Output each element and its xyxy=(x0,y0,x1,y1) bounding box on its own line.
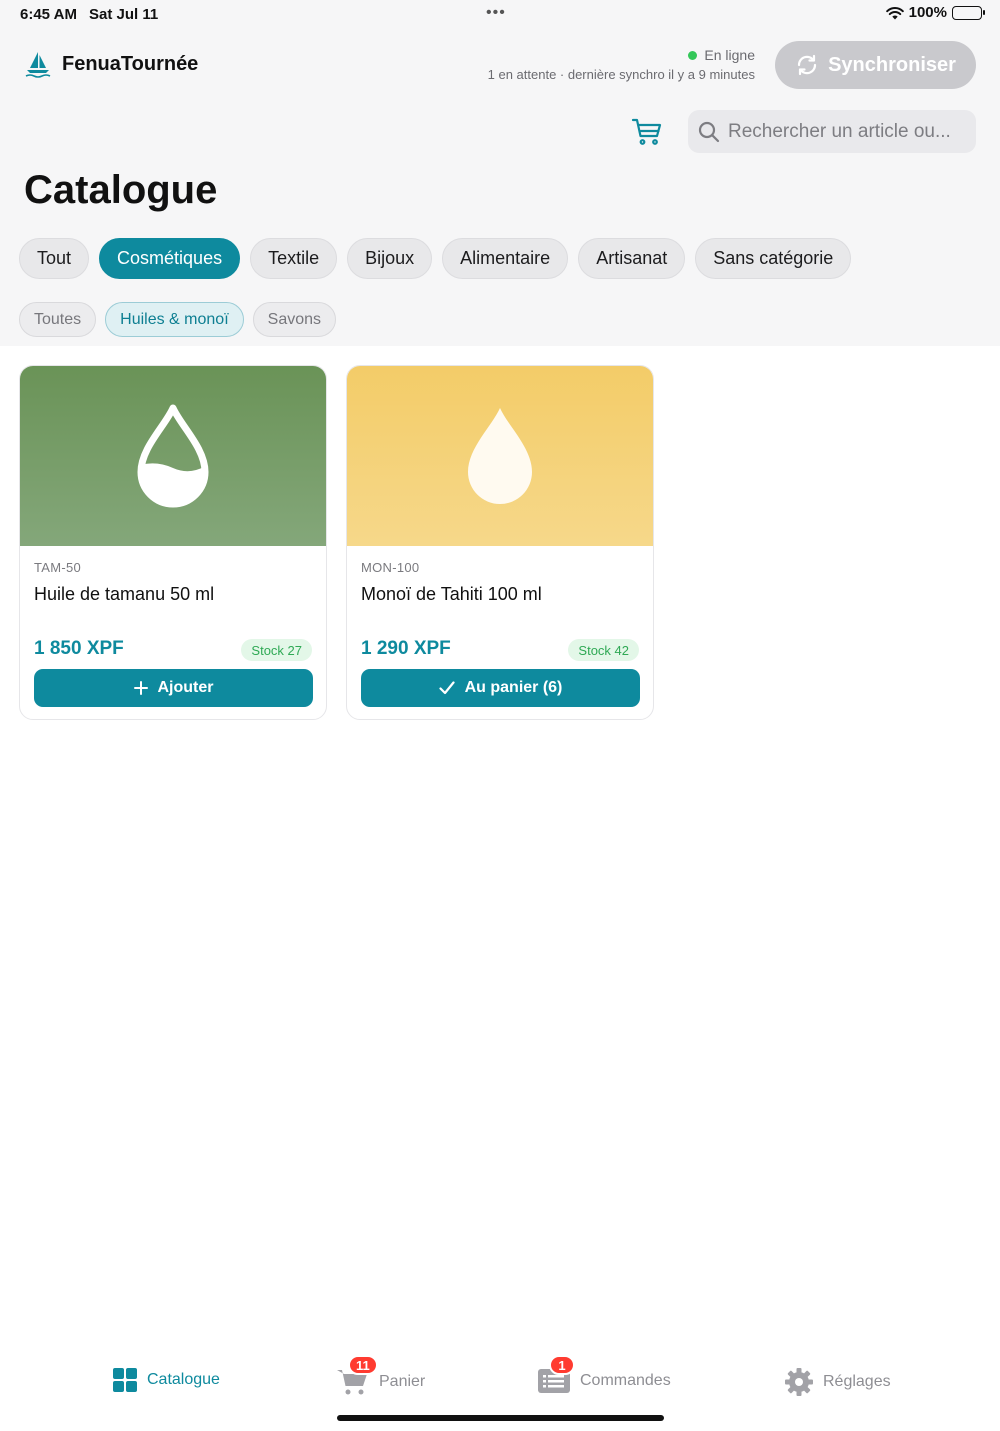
subcategory-chips: Toutes Huiles & monoï Savons xyxy=(19,302,337,337)
connection-label: En ligne xyxy=(704,47,755,63)
product-sku: TAM-50 xyxy=(34,560,82,575)
product-price: 1 850 XPF xyxy=(34,638,124,659)
search-input[interactable]: Rechercher un article ou... xyxy=(728,121,951,143)
tab-catalogue[interactable]: Catalogue xyxy=(112,1367,220,1393)
product-image xyxy=(347,366,653,546)
product-price: 1 290 XPF xyxy=(361,638,451,659)
cart-badge: 11 xyxy=(348,1355,378,1375)
category-chips: Tout Cosmétiques Textile Bijoux Alimenta… xyxy=(19,238,852,279)
status-time: 6:45 AM xyxy=(20,6,77,23)
home-indicator[interactable] xyxy=(337,1415,664,1421)
sailboat-icon xyxy=(25,52,51,78)
stock-badge: Stock 42 xyxy=(568,639,639,661)
status-date: Sat Jul 11 xyxy=(89,6,159,23)
chip-sans-categorie[interactable]: Sans catégorie xyxy=(695,238,852,279)
orders-badge: 1 xyxy=(549,1355,575,1375)
connection-status: En ligne 1 en attente · dernière synchro… xyxy=(488,47,755,82)
chip-textile[interactable]: Textile xyxy=(250,238,338,279)
status-indicators: 100% xyxy=(885,4,985,21)
search-icon xyxy=(698,121,720,142)
stock-badge: Stock 27 xyxy=(241,639,312,661)
sync-button[interactable]: Synchroniser xyxy=(775,41,976,89)
battery-percent: 100% xyxy=(908,4,947,21)
wifi-icon xyxy=(885,6,904,19)
gear-icon xyxy=(785,1368,813,1396)
multitasking-dots-icon[interactable]: ••• xyxy=(486,4,506,22)
plus-icon xyxy=(133,681,148,695)
sync-detail: 1 en attente · dernière synchro il y a 9… xyxy=(487,67,755,82)
chip-cosmetiques[interactable]: Cosmétiques xyxy=(99,238,241,279)
tab-commandes[interactable]: 1 Commandes xyxy=(537,1355,671,1395)
battery-icon xyxy=(952,5,985,20)
chip-tout[interactable]: Tout xyxy=(19,238,90,279)
add-to-cart-button[interactable]: Ajouter xyxy=(34,669,313,707)
drop-half-icon xyxy=(137,404,209,508)
product-card[interactable]: TAM-50 Huile de tamanu 50 ml 1 850 XPF S… xyxy=(19,365,327,720)
drop-icon xyxy=(468,408,532,504)
subchip-toutes[interactable]: Toutes xyxy=(19,302,97,337)
subchip-savons[interactable]: Savons xyxy=(252,302,337,337)
online-indicator xyxy=(688,50,698,60)
search-field[interactable]: Rechercher un article ou... xyxy=(688,110,976,153)
brand: FenuaTournée xyxy=(24,50,198,78)
product-card[interactable]: MON-100 Monoï de Tahiti 100 ml 1 290 XPF… xyxy=(346,365,654,720)
tab-reglages[interactable]: Réglages xyxy=(784,1367,891,1397)
chip-bijoux[interactable]: Bijoux xyxy=(347,238,433,279)
chip-alimentaire[interactable]: Alimentaire xyxy=(442,238,569,279)
in-cart-button[interactable]: Au panier (6) xyxy=(361,669,640,707)
product-name: Huile de tamanu 50 ml xyxy=(34,584,215,604)
tab-panier[interactable]: 11 Panier xyxy=(336,1355,425,1397)
tab-bar: Catalogue 11 Panier 1 Commandes Réglages xyxy=(0,1350,1000,1420)
grid-icon xyxy=(113,1368,137,1392)
cart-button[interactable] xyxy=(631,117,663,152)
product-sku: MON-100 xyxy=(361,560,420,575)
sync-icon xyxy=(797,54,817,76)
app-name: FenuaTournée xyxy=(62,52,199,75)
checkmark-icon xyxy=(438,681,455,695)
subchip-huiles-monoi[interactable]: Huiles & monoï xyxy=(105,302,244,337)
product-name: Monoï de Tahiti 100 ml xyxy=(361,584,542,604)
product-image xyxy=(20,366,326,546)
chip-artisanat[interactable]: Artisanat xyxy=(578,238,686,279)
page-title: Catalogue xyxy=(24,168,218,212)
cart-icon xyxy=(631,118,662,145)
